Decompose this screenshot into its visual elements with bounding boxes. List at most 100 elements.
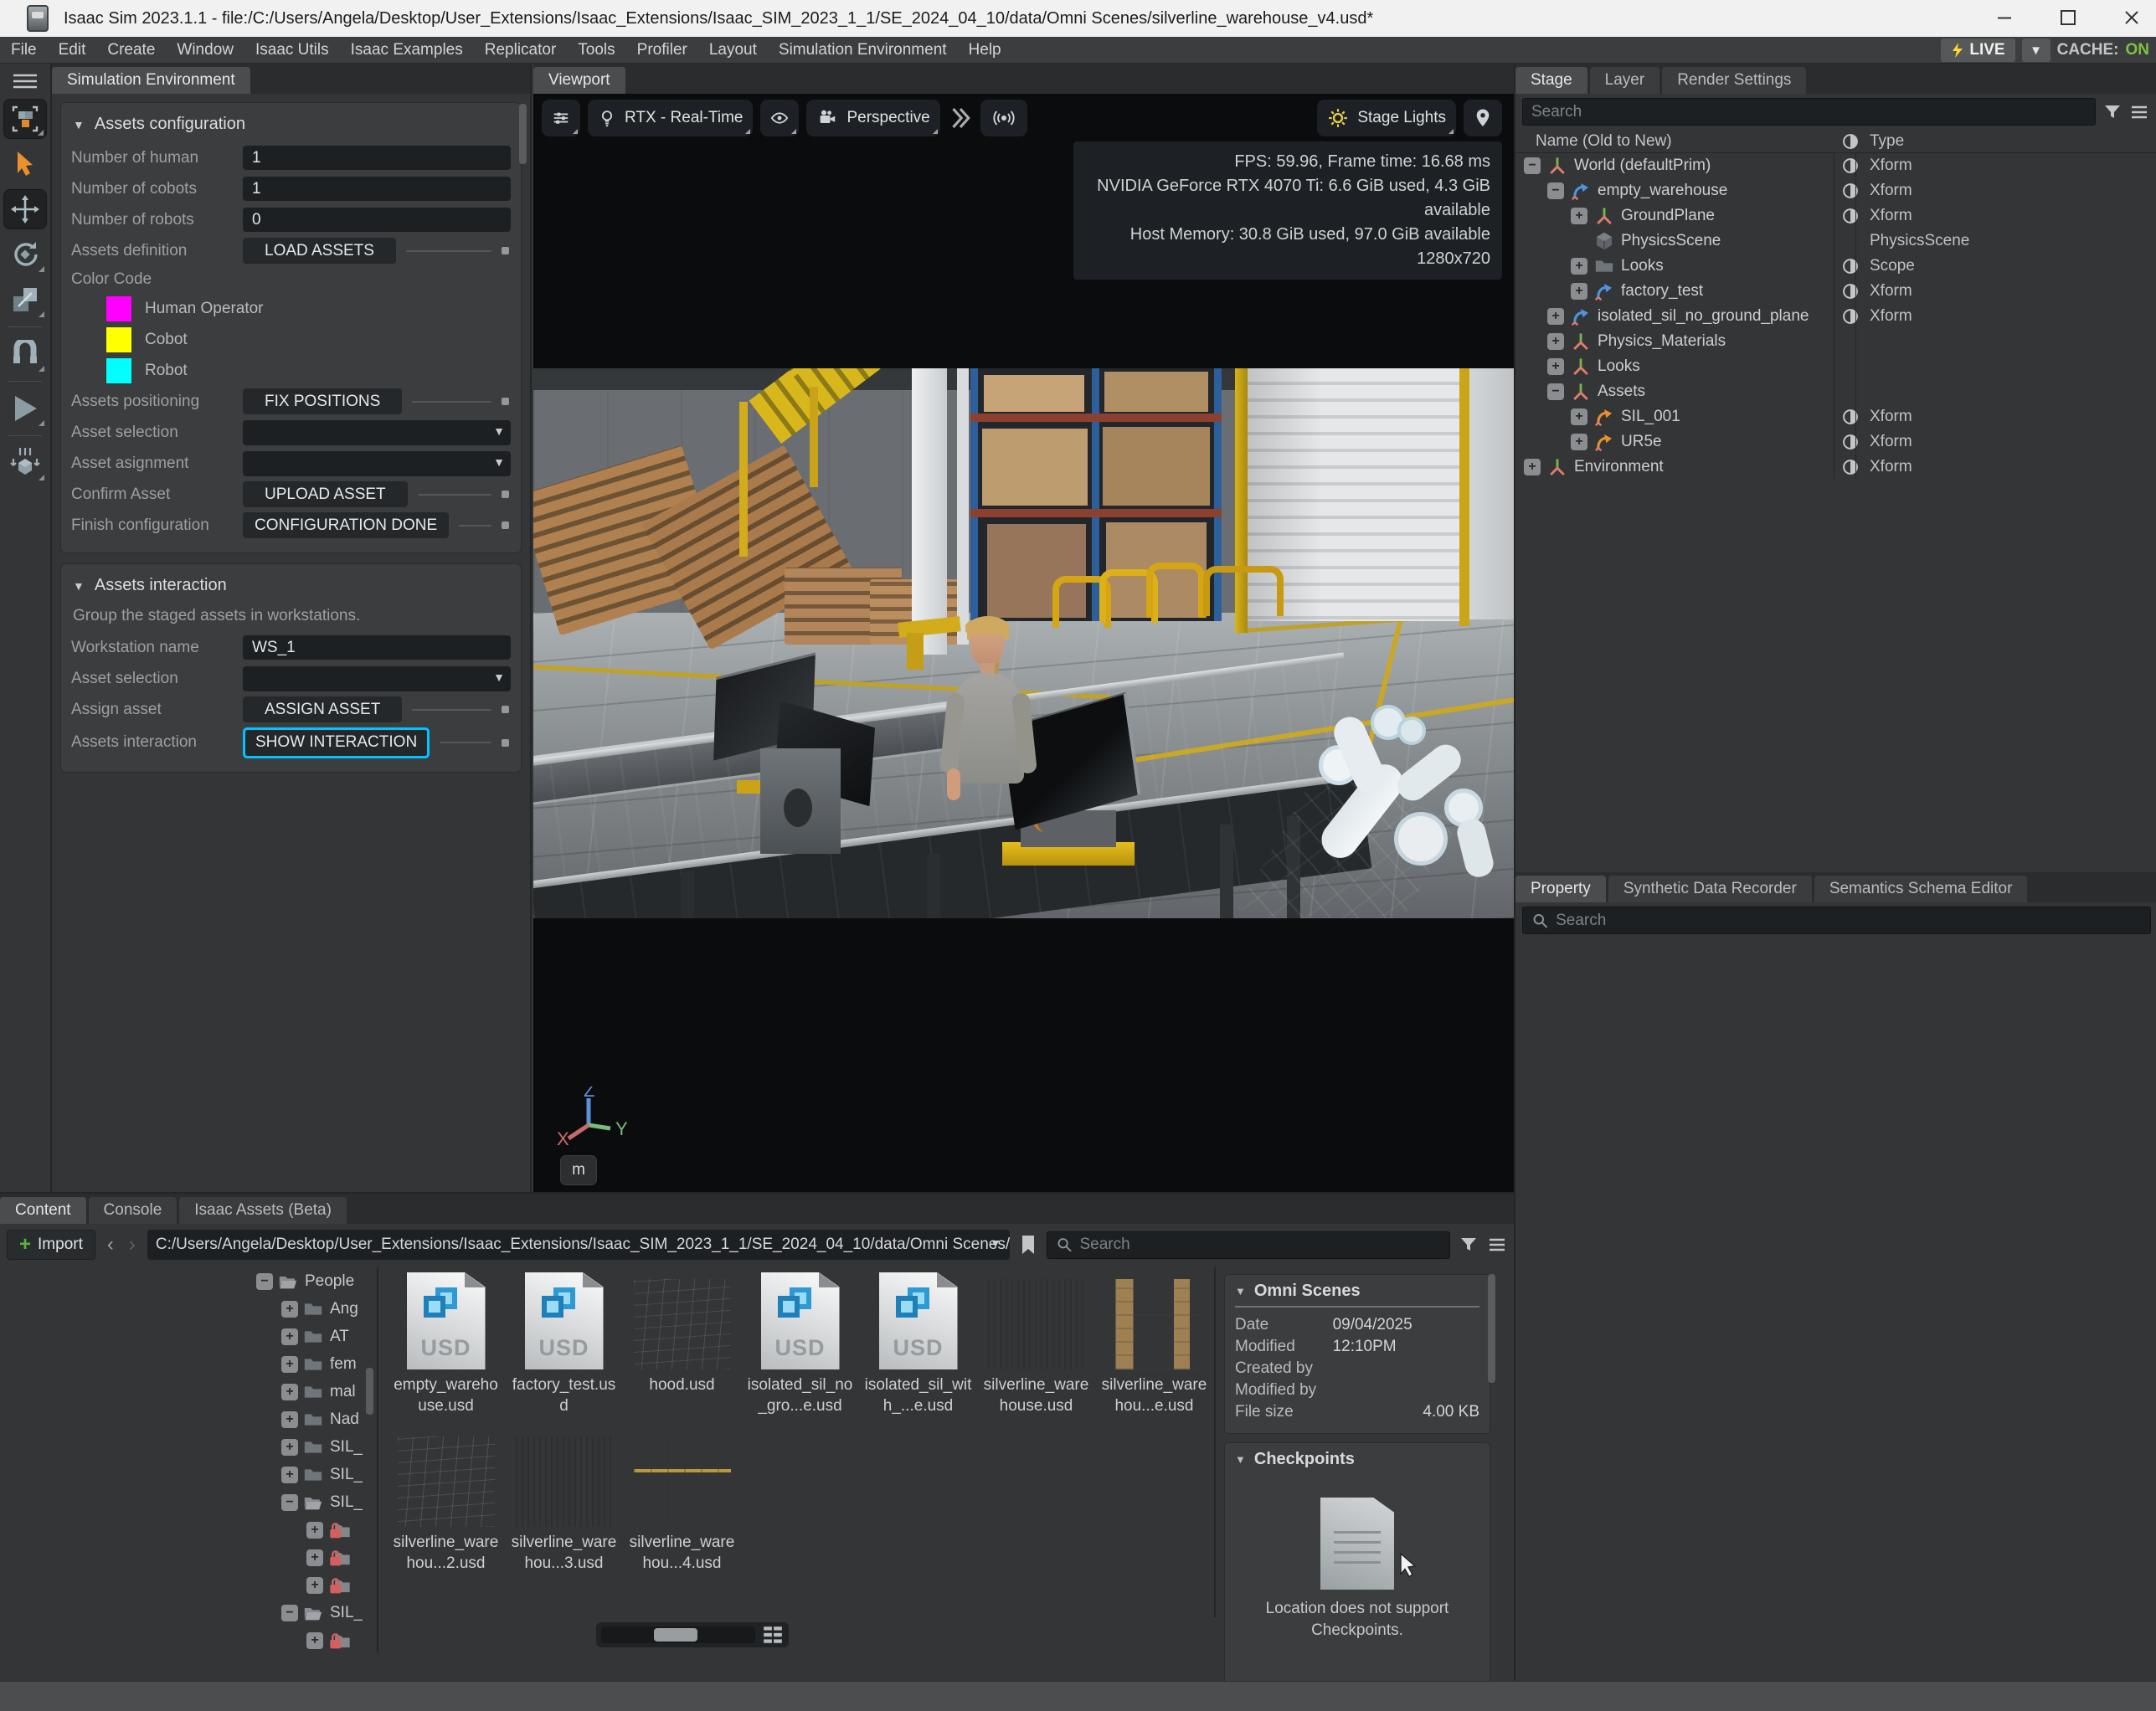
property-search-field[interactable]	[1522, 907, 2151, 934]
import-button[interactable]: +Import	[7, 1230, 95, 1260]
fix-positions-button[interactable]: FIX POSITIONS	[243, 388, 402, 414]
visibility-eye-icon[interactable]	[1840, 182, 1861, 200]
stage-row-physics-materials[interactable]: + Physics_Materials	[1515, 329, 2156, 354]
stage-search-field[interactable]	[1522, 98, 2096, 126]
folder-tree-scrollbar[interactable]	[366, 1368, 373, 1415]
expand-toggle[interactable]: +	[306, 1549, 323, 1566]
expand-toggle[interactable]: +	[306, 1632, 323, 1649]
column-name[interactable]: Name (Old to New)	[1515, 132, 1840, 151]
content-search-field[interactable]	[1047, 1231, 1450, 1259]
stage-row-world[interactable]: − World (defaultPrim) Xform	[1515, 153, 2156, 178]
column-type[interactable]: Type	[1861, 132, 2156, 151]
folder-item[interactable]: +fem	[0, 1350, 377, 1378]
number-of-human-field[interactable]: 1	[243, 146, 511, 170]
expand-toggle[interactable]: +	[1547, 358, 1564, 375]
scale-tool[interactable]	[3, 280, 47, 320]
details-scrollbar[interactable]	[1488, 1274, 1495, 1383]
rotate-tool[interactable]	[3, 234, 47, 275]
menu-simulation-environment[interactable]: Simulation Environment	[768, 41, 958, 59]
waypoint-pin-button[interactable]	[1464, 100, 1502, 136]
locked-usd-item[interactable]: +	[0, 1571, 377, 1599]
minimize-button[interactable]	[1992, 5, 2017, 30]
rail-menu-icon[interactable]	[3, 69, 47, 94]
expand-chevrons-icon[interactable]	[948, 104, 973, 132]
tab-simulation-environment[interactable]: Simulation Environment	[52, 67, 250, 94]
expand-toggle[interactable]: +	[1547, 333, 1564, 350]
menu-file[interactable]: File	[0, 41, 48, 59]
interaction-asset-selection-dropdown[interactable]	[243, 666, 511, 691]
tab-viewport[interactable]: Viewport	[533, 67, 625, 94]
expand-toggle[interactable]: +	[281, 1356, 298, 1373]
tab-layer[interactable]: Layer	[1590, 67, 1660, 94]
file-item[interactable]: USD empty_warehouse.usd	[387, 1272, 505, 1430]
workstation-name-field[interactable]: WS_1	[243, 635, 511, 660]
collapse-toggle[interactable]: −	[281, 1494, 298, 1511]
stage-row-factory-test[interactable]: + factory_test Xform	[1515, 279, 2156, 304]
visibility-eye-icon[interactable]	[1840, 408, 1861, 426]
menu-help[interactable]: Help	[958, 41, 1012, 59]
expand-toggle[interactable]: +	[1571, 408, 1587, 425]
stage-row-assets[interactable]: − Assets	[1515, 379, 2156, 404]
tab-content[interactable]: Content	[0, 1197, 86, 1224]
left-panel-scrollbar[interactable]	[519, 104, 527, 164]
asset-selection-dropdown[interactable]	[243, 420, 511, 445]
folder-item[interactable]: +mal	[0, 1378, 377, 1405]
collapse-toggle[interactable]: −	[281, 1605, 298, 1621]
viewport-canvas[interactable]: RTX - Real-Time Perspective Stage Lights	[533, 94, 1514, 1192]
tab-isaac-assets-beta[interactable]: Isaac Assets (Beta)	[179, 1197, 347, 1224]
move-tool[interactable]	[3, 189, 47, 229]
assets-configuration-header[interactable]: ▼ Assets configuration	[71, 110, 511, 142]
folder-item-open[interactable]: −SIL_	[0, 1599, 377, 1626]
slider-thumb[interactable]	[654, 1628, 697, 1642]
close-button[interactable]	[2119, 5, 2144, 30]
assign-asset-button[interactable]: ASSIGN ASSET	[243, 696, 402, 722]
collapse-toggle[interactable]: −	[256, 1273, 273, 1290]
broadcast-button[interactable]	[980, 100, 1027, 136]
folder-item[interactable]: +SIL_	[0, 1433, 377, 1461]
stage-row-groundplane[interactable]: + GroundPlane Xform	[1515, 203, 2156, 229]
content-search-input[interactable]	[1080, 1236, 1442, 1254]
stage-row-physicsscene[interactable]: + PhysicsScene PhysicsScene	[1515, 229, 2156, 254]
back-arrow-button[interactable]: ‹	[104, 1233, 117, 1256]
configuration-done-button[interactable]: CONFIGURATION DONE	[243, 512, 449, 538]
show-interaction-button[interactable]: SHOW INTERACTION	[245, 730, 427, 756]
menu-replicator[interactable]: Replicator	[474, 41, 568, 59]
details-section-header[interactable]: ▼Omni Scenes	[1235, 1282, 1479, 1308]
tab-semantics-schema-editor[interactable]: Semantics Schema Editor	[1814, 876, 2028, 902]
expand-toggle[interactable]: +	[306, 1522, 323, 1539]
select-tool[interactable]	[3, 144, 47, 184]
collapse-toggle[interactable]: −	[1524, 157, 1541, 174]
visibility-eye-icon[interactable]	[1840, 207, 1861, 225]
stage-search-input[interactable]	[1531, 103, 2087, 121]
load-assets-button[interactable]: LOAD ASSETS	[243, 238, 396, 264]
number-of-robots-field[interactable]: 0	[243, 208, 511, 232]
live-sync-button[interactable]: LIVE	[1941, 39, 2014, 62]
file-item[interactable]: silverline_warehouse.usd	[977, 1272, 1095, 1430]
camera-button[interactable]: Perspective	[806, 100, 939, 136]
filter-icon[interactable]	[2102, 102, 2123, 122]
expand-toggle[interactable]: +	[281, 1467, 298, 1483]
menu-create[interactable]: Create	[96, 41, 166, 59]
stage-lights-button[interactable]: Stage Lights	[1317, 100, 1456, 136]
stage-row-ur5e[interactable]: + UR5e Xform	[1515, 429, 2156, 455]
expand-toggle[interactable]: +	[1547, 308, 1564, 325]
stage-row-environment[interactable]: + Environment Xform	[1515, 455, 2156, 480]
menu-edit[interactable]: Edit	[48, 41, 97, 59]
tab-synthetic-data-recorder[interactable]: Synthetic Data Recorder	[1608, 876, 1812, 902]
menu-tools[interactable]: Tools	[567, 41, 625, 59]
file-item[interactable]: USD factory_test.usd	[505, 1272, 623, 1430]
stage-row-looks-world[interactable]: + Looks	[1515, 354, 2156, 379]
folder-item[interactable]: +SIL_	[0, 1461, 377, 1488]
maximize-button[interactable]	[2056, 5, 2081, 30]
tab-console[interactable]: Console	[89, 1197, 178, 1224]
path-breadcrumb-field[interactable]: C:/Users/Angela/Desktop/User_Extensions/…	[147, 1230, 1010, 1260]
expand-toggle[interactable]: +	[281, 1328, 298, 1345]
menu-isaac-examples[interactable]: Isaac Examples	[340, 41, 474, 59]
play-tool[interactable]	[3, 388, 47, 429]
file-item[interactable]: silverline_warehou...2.usd	[387, 1430, 505, 1587]
options-menu-icon[interactable]	[1487, 1235, 1507, 1255]
thumbnail-size-slider[interactable]	[596, 1622, 789, 1647]
locked-usd-item[interactable]: +	[0, 1516, 377, 1544]
expand-toggle[interactable]: +	[281, 1301, 298, 1318]
folder-people[interactable]: − People	[0, 1267, 377, 1295]
